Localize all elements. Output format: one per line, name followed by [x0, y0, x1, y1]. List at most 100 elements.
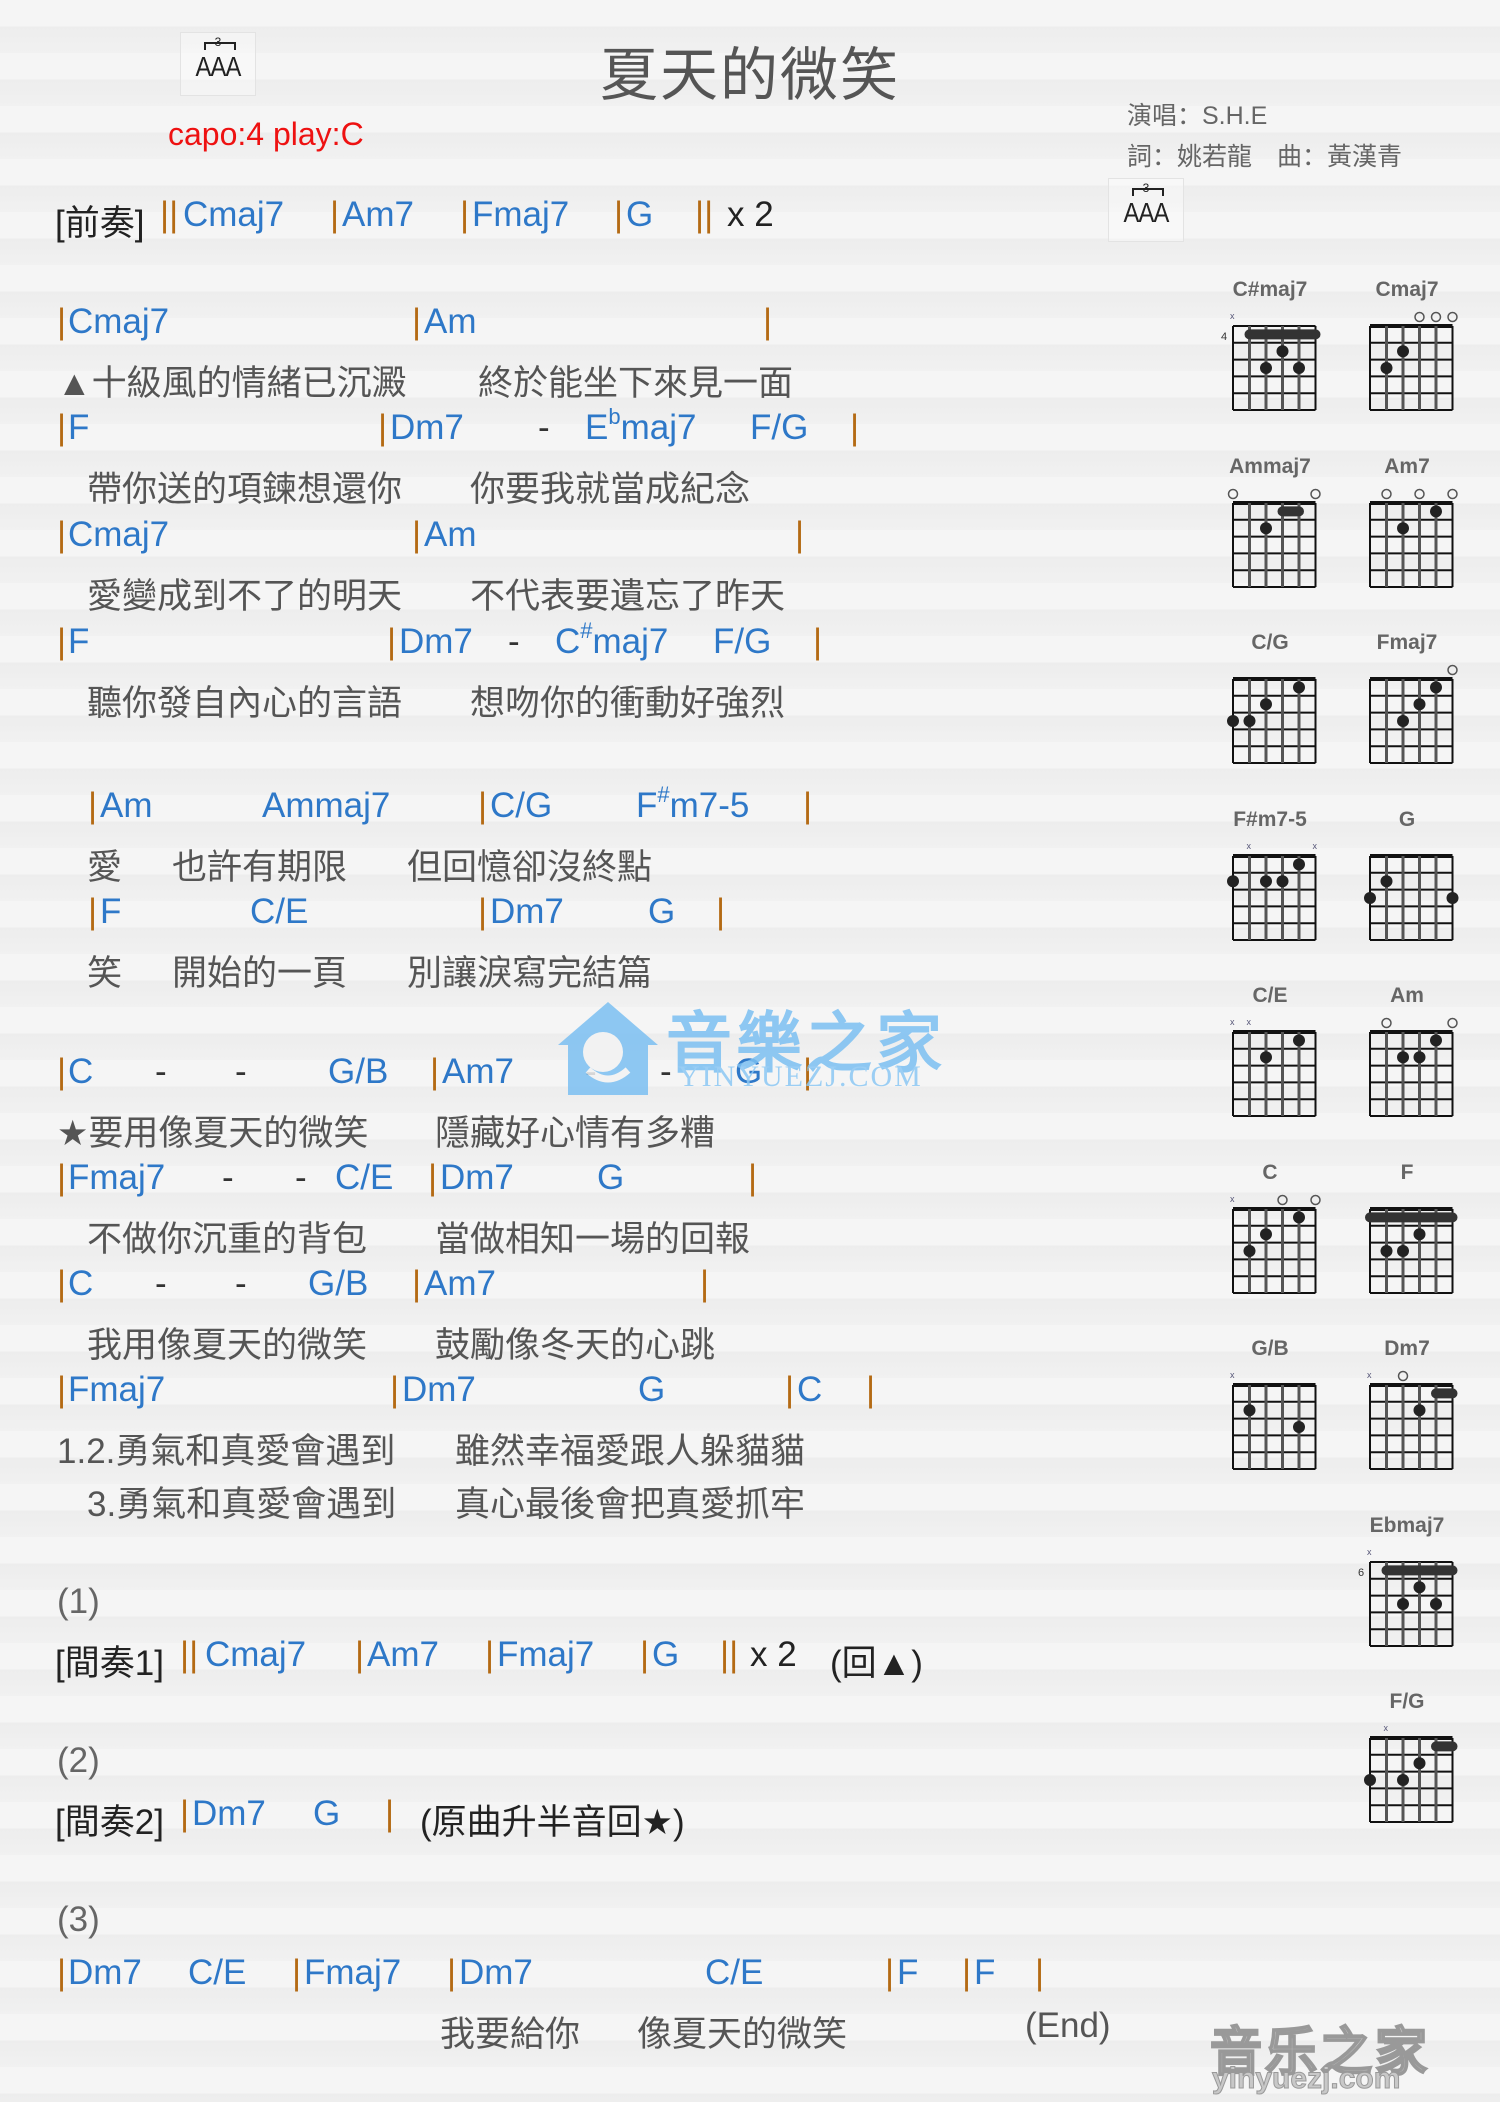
- finger-dot: [1397, 345, 1409, 358]
- bar-line: |: [390, 1370, 400, 1409]
- strum-pattern-icon: 3 AAA: [180, 32, 256, 96]
- bar-line: |: [180, 1794, 190, 1833]
- singer-credit: 演唱：S.H.E: [1127, 102, 1268, 130]
- section-number: (2): [57, 1741, 100, 1780]
- finger-dot: [1397, 1051, 1409, 1064]
- fretboard-grid: [1227, 488, 1321, 588]
- bar-line: |: [88, 892, 98, 931]
- annotation-text: x 2: [750, 1635, 797, 1674]
- chord-symbol: Dm7: [399, 622, 473, 661]
- open-string-icon: [1447, 1017, 1458, 1029]
- tuplet-number: 3: [214, 35, 222, 49]
- finger-dot: [1276, 874, 1289, 887]
- chord-symbol: Dm7: [490, 892, 564, 931]
- section-label: [間奏1]: [55, 1644, 164, 1683]
- chord-symbol: Cmaj7: [205, 1635, 307, 1674]
- chord-diagram: F#m7-5 x x: [1215, 808, 1325, 958]
- chord-symbol: Am7: [342, 195, 414, 234]
- chord-diagram: Am7: [1352, 455, 1462, 605]
- lyric-phrase: 帶你送的項鍊想還你: [87, 470, 403, 509]
- chord-diagram: Ebmaj7 6 x: [1352, 1514, 1462, 1664]
- bar-line: |: [57, 1158, 67, 1197]
- open-string-icon: [1227, 488, 1239, 499]
- chord-root: F: [636, 786, 658, 825]
- chord-diagram: C/G: [1215, 631, 1325, 781]
- bar-line: |: [430, 1052, 440, 1091]
- finger-dot: [1293, 1210, 1305, 1223]
- chord-symbol: G: [638, 1370, 666, 1409]
- chord-symbol: C/E: [188, 1953, 247, 1992]
- finger-dot: [1413, 698, 1426, 711]
- finger-dot: [1413, 1404, 1426, 1417]
- chord-symbol: C: [797, 1370, 823, 1409]
- lyric-phrase: 雖然幸福愛跟人躲貓貓: [455, 1432, 806, 1471]
- bar-line: |: [885, 1953, 895, 1992]
- muted-string-icon: x: [1247, 1017, 1252, 1027]
- finger-dot: [1260, 362, 1272, 374]
- finger-dot: [1397, 1774, 1409, 1786]
- barre-bar: [1244, 329, 1321, 340]
- chord-quality: m7-5: [669, 786, 750, 825]
- lyric-phrase: 聽你發自內心的言語: [87, 684, 403, 723]
- finger-dot: [1430, 1597, 1442, 1610]
- bar-line: |: [813, 622, 823, 661]
- bar-line: |: [795, 515, 805, 554]
- lyric-phrase: 愛: [87, 848, 123, 887]
- bar-line: |: [478, 892, 488, 931]
- finger-dot: [1397, 1244, 1409, 1257]
- bar-line: |: [412, 515, 422, 554]
- chord-symbol: Am7: [424, 1264, 496, 1303]
- watermark-logo: 音樂之家 YINYUEZJ.COM: [548, 990, 948, 1100]
- fretboard-grid: [1365, 1206, 1458, 1294]
- fretboard-grid: xx: [1230, 1017, 1317, 1117]
- finger-dot: [1293, 362, 1305, 374]
- fretboard-grid: [1369, 1017, 1458, 1117]
- bar-line: |: [387, 622, 397, 661]
- bar-line: |: [700, 1264, 710, 1303]
- bar-line: |: [803, 786, 813, 825]
- finger-dot: [1430, 681, 1442, 694]
- fretboard-grid: [1364, 853, 1459, 941]
- open-string-icon: [1277, 1194, 1288, 1205]
- strum-pattern-icon-2: 3 AAA: [1108, 178, 1184, 242]
- strum-notes: AAA: [195, 51, 241, 82]
- beat-dash: -: [538, 408, 550, 447]
- bar-line: |: [57, 1953, 67, 1992]
- bar-line: |: [88, 786, 98, 825]
- barre-bar: [1381, 1564, 1458, 1575]
- lyric-phrase: 終於能坐下來見一面: [478, 364, 794, 403]
- muted-string-icon: x: [1313, 841, 1318, 851]
- bar-line: |: [57, 1370, 67, 1409]
- barre-bar: [1277, 505, 1304, 516]
- finger-dot: [1380, 1244, 1393, 1257]
- bar-line: |: [614, 195, 624, 234]
- finger-dot: [1380, 362, 1393, 374]
- corner-watermark-logo: 音乐之家 yinyuezj.com: [1209, 2010, 1480, 2096]
- open-string-icon: [1430, 311, 1442, 323]
- finger-dot: [1413, 1227, 1426, 1240]
- beat-dash: -: [222, 1158, 234, 1197]
- fretboard-grid: [1369, 311, 1458, 411]
- chord-symbol: G: [648, 892, 676, 931]
- chord-quality: maj7: [592, 622, 669, 661]
- chord-diagram: Fmaj7: [1352, 631, 1462, 781]
- lyric-phrase: 真心最後會把真愛抓牢: [455, 1485, 806, 1524]
- lyric-phrase: 像夏天的微笑: [637, 2015, 848, 2054]
- finger-dot: [1413, 1757, 1426, 1770]
- finger-dot: [1293, 857, 1305, 870]
- lyric-phrase: (End): [1025, 2006, 1111, 2045]
- finger-dot: [1260, 1227, 1272, 1240]
- lyric-phrase: 不代表要遺忘了昨天: [470, 577, 786, 616]
- bar-line: |: [478, 786, 488, 825]
- finger-dot: [1260, 874, 1272, 887]
- lyric-phrase: 別讓淚寫完結篇: [407, 954, 653, 993]
- finger-dot: [1364, 1774, 1376, 1786]
- fretboard-grid: xx: [1227, 841, 1318, 941]
- accidental: #: [657, 782, 670, 807]
- beat-dash: -: [235, 1052, 247, 1091]
- bar-line: ||: [720, 1635, 739, 1674]
- lyric-phrase: 但回憶卻沒終點: [407, 848, 653, 887]
- finger-dot: [1260, 1051, 1272, 1064]
- chord-diagram: Cx: [1215, 1161, 1325, 1311]
- finger-dot: [1397, 715, 1409, 727]
